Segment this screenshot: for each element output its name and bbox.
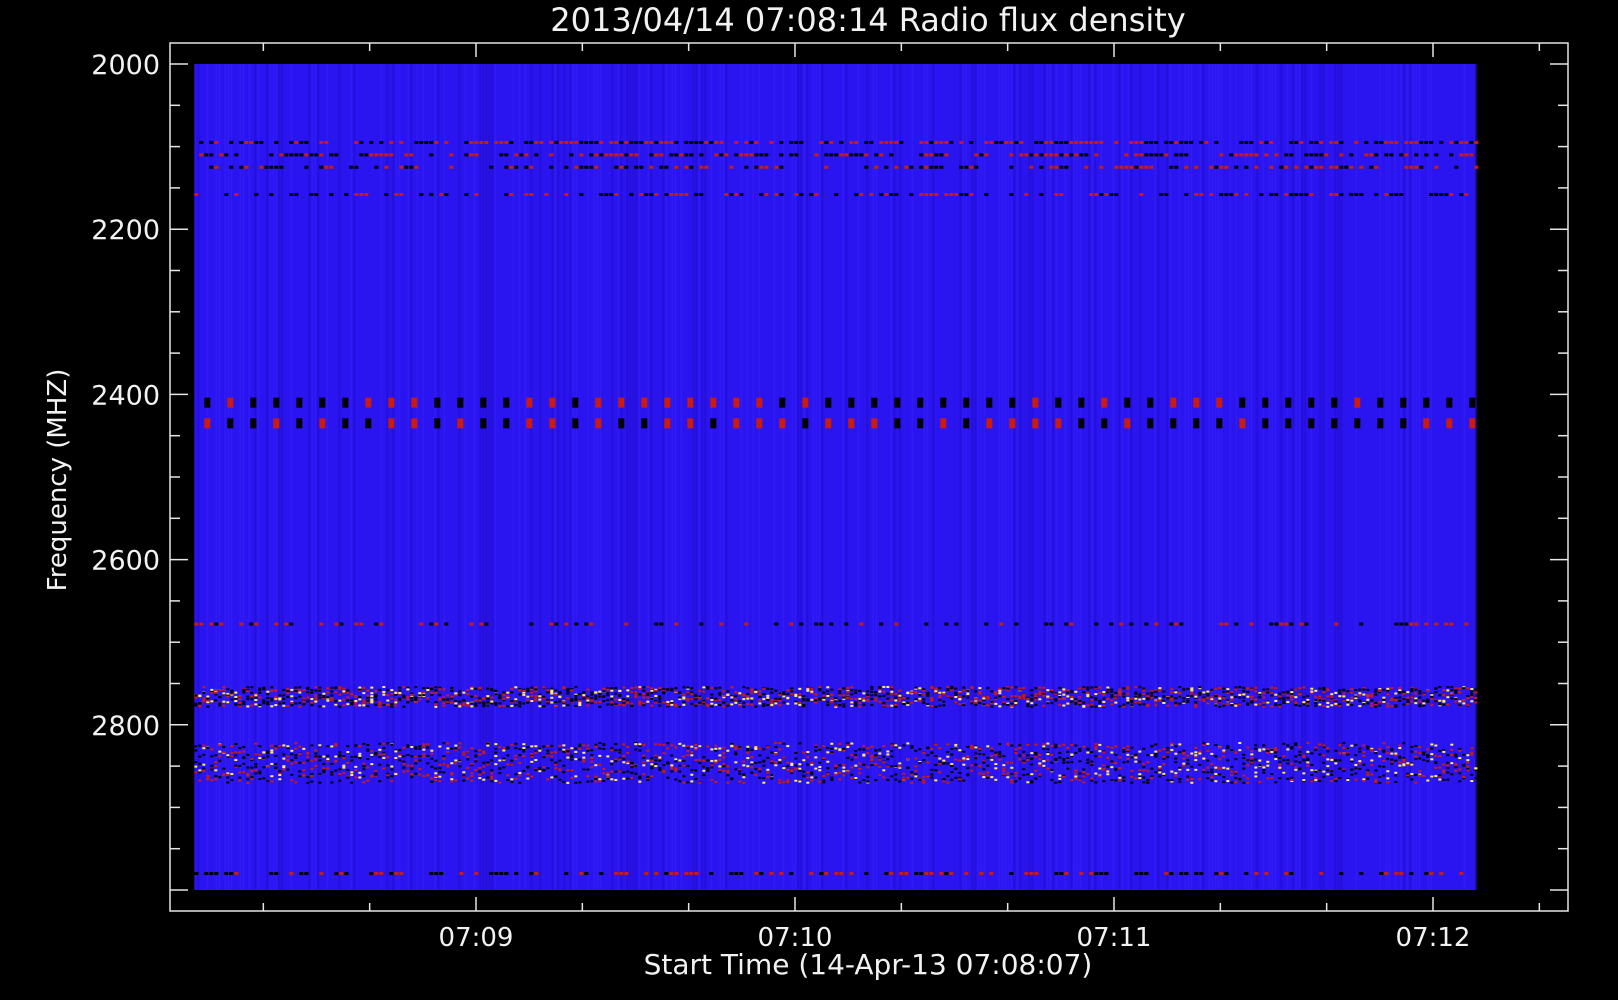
y-tick-label: 2800 [91,711,160,742]
spectrogram-data [194,64,1479,890]
spectrogram-figure: 07:09 07:10 07:11 07:12 2000 2200 2400 2600 2800… [0,0,1618,1000]
x-tick-label: 07:12 [1396,923,1471,953]
y-axis-label: Frequency (MHZ) [43,369,73,592]
y-tick-label: 2600 [91,546,160,577]
x-tick-label: 07:09 [439,923,514,953]
y-tick-label: 2400 [91,380,160,411]
chart-title: 2013/04/14 07:08:14 Radio flux density [550,1,1185,39]
x-axis-label: Start Time (14-Apr-13 07:08:07) [644,948,1093,981]
y-tick-label: 2200 [91,215,160,246]
y-tick-label: 2000 [91,50,160,81]
spectrogram-chart: 07:09 07:10 07:11 07:1220002200240026002800… [0,0,1618,1000]
